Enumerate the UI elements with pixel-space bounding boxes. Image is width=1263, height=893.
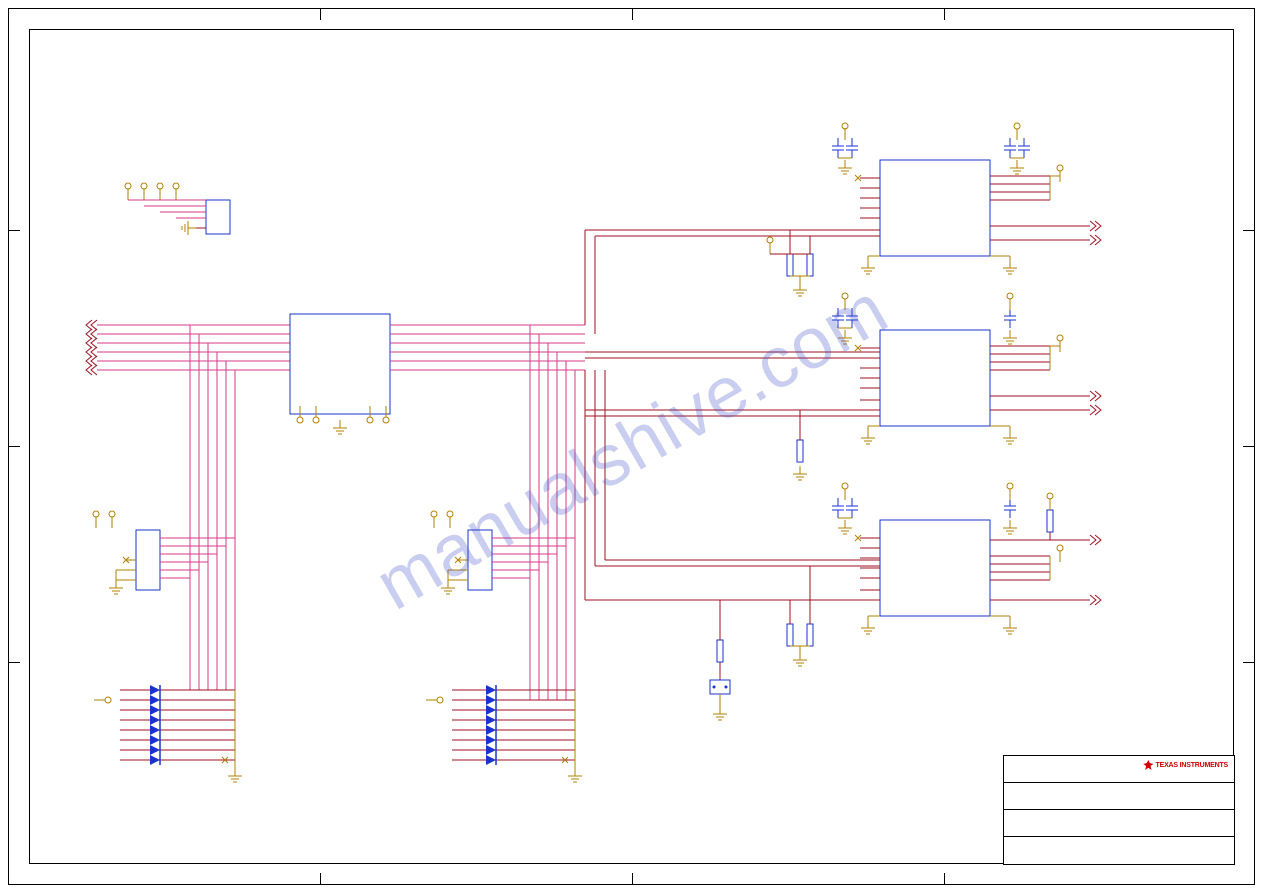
ti-logo: TEXAS INSTRUMENTS [1143, 760, 1228, 770]
right-ic-block-3 [787, 483, 1101, 666]
titleblock-row [1004, 810, 1234, 837]
center-bus-drop [530, 325, 575, 700]
left-bus-input [86, 320, 290, 690]
titleblock-row [1004, 783, 1234, 810]
center-pulldown [710, 600, 730, 720]
ti-logo-text: TEXAS INSTRUMENTS [1156, 762, 1228, 769]
diode-array-1 [94, 685, 242, 782]
right-ic-block-2 [793, 293, 1101, 480]
header-block-2 [431, 511, 575, 594]
top-left-header [125, 183, 230, 235]
right-feed-wires [585, 230, 880, 600]
center-ic [290, 314, 585, 434]
diode-array-2 [426, 685, 582, 782]
right-ic-block-1 [767, 123, 1101, 296]
header-block-1 [93, 511, 235, 594]
title-block: TEXAS INSTRUMENTS [1003, 755, 1235, 865]
ti-star-icon [1143, 760, 1153, 770]
titleblock-row [1004, 837, 1234, 863]
